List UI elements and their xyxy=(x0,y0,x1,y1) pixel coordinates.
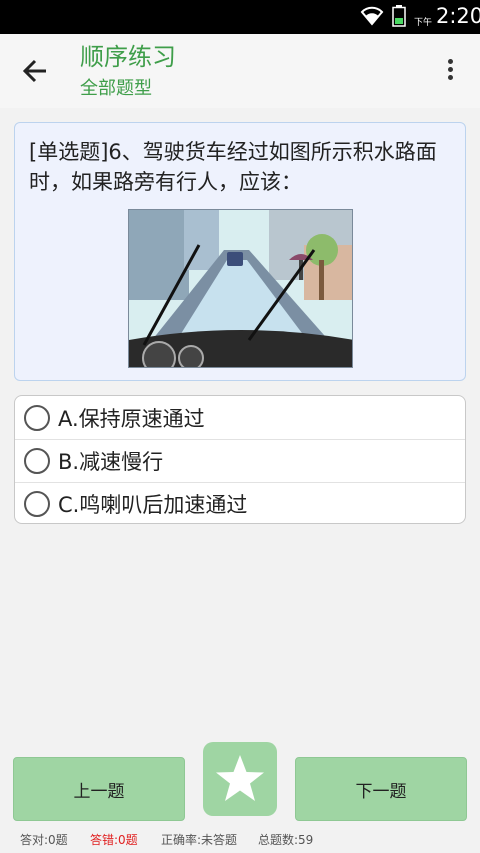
back-button[interactable] xyxy=(20,56,54,86)
option-c[interactable]: C.鸣喇叭后加速通过 xyxy=(15,482,465,525)
stat-wrong: 答错:0题 xyxy=(90,833,138,847)
stats-bar: 答对:0题 答错:0题 正确率:未答题 总题数:59 xyxy=(0,829,480,849)
status-bar: 下午 2:20 xyxy=(0,0,480,34)
battery-icon xyxy=(392,5,406,31)
stat-accuracy: 正确率:未答题 xyxy=(161,833,238,847)
favorite-button[interactable] xyxy=(203,742,277,816)
wifi-icon xyxy=(360,6,384,30)
more-vertical-icon xyxy=(438,59,462,80)
stat-total: 总题数:59 xyxy=(258,833,314,847)
header-titles: 顺序练习 全部题型 xyxy=(80,42,176,102)
option-label: C.鸣喇叭后加速通过 xyxy=(58,493,248,517)
page-subtitle: 全部题型 xyxy=(80,78,152,99)
star-icon xyxy=(216,755,264,801)
answer-options: A.保持原速通过 B.减速慢行 C.鸣喇叭后加速通过 xyxy=(14,395,466,524)
option-a[interactable]: A.保持原速通过 xyxy=(15,396,465,439)
question-card: [单选题]6、驾驶货车经过如图所示积水路面时，如果路旁有行人，应该： xyxy=(14,122,466,381)
question-image xyxy=(128,209,353,368)
prev-question-button[interactable]: 上一题 xyxy=(13,757,185,821)
status-ampm: 下午 xyxy=(414,18,433,28)
radio-icon[interactable] xyxy=(24,491,50,517)
option-label: B.减速慢行 xyxy=(58,450,164,474)
option-b[interactable]: B.减速慢行 xyxy=(15,439,465,482)
next-question-button[interactable]: 下一题 xyxy=(295,757,467,821)
radio-icon[interactable] xyxy=(24,404,50,431)
question-text: [单选题]6、驾驶货车经过如图所示积水路面时，如果路旁有行人，应该： xyxy=(29,140,437,194)
more-menu-button[interactable] xyxy=(438,56,462,86)
option-label: A.保持原速通过 xyxy=(58,406,205,431)
app-bar: 顺序练习 全部题型 xyxy=(0,34,480,108)
back-arrow-icon xyxy=(22,59,46,83)
stat-correct: 答对:0题 xyxy=(20,833,68,847)
page-title: 顺序练习 xyxy=(80,43,176,71)
radio-icon[interactable] xyxy=(24,448,50,474)
status-time: 2:20 xyxy=(436,4,480,28)
